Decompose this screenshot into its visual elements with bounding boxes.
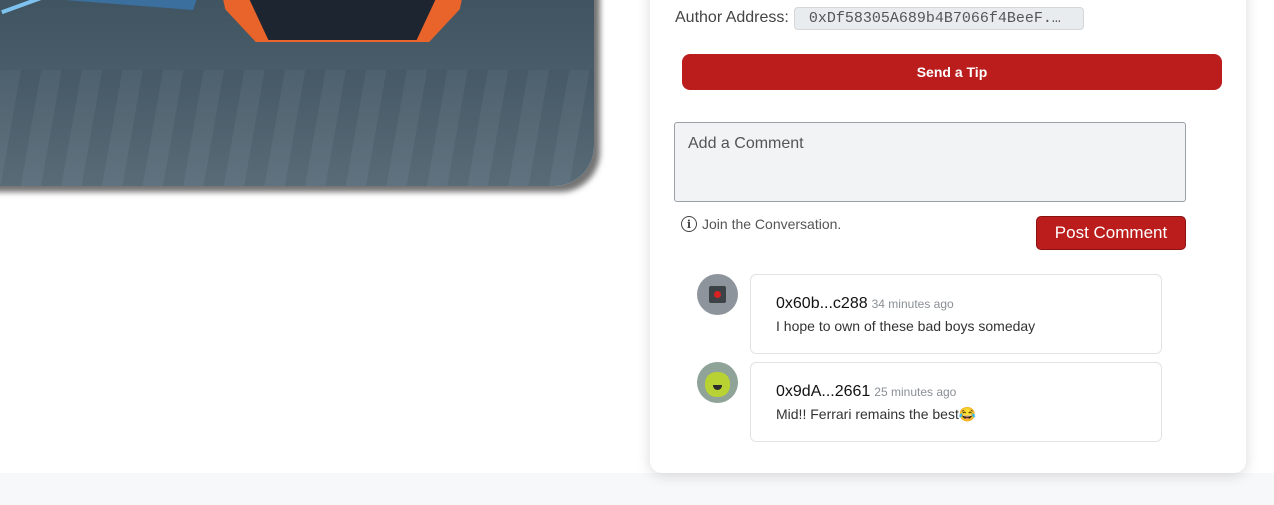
post-image xyxy=(0,0,594,186)
comment-author[interactable]: 0x9dA...2661 xyxy=(776,383,870,401)
blue-car-headlight xyxy=(1,0,59,15)
comment-timestamp: 34 minutes ago xyxy=(871,297,954,311)
comment-input[interactable] xyxy=(674,122,1186,202)
comment-item: 0x60b...c288 34 minutes ago I hope to ow… xyxy=(697,274,1162,354)
send-tip-button[interactable]: Send a Tip xyxy=(682,54,1222,90)
camera-avatar-icon xyxy=(709,286,726,303)
comment-author[interactable]: 0x60b...c288 xyxy=(776,295,868,313)
comment-text: I hope to own of these bad boys someday xyxy=(776,318,1036,334)
page-footer-strip xyxy=(0,473,1274,505)
road-texture xyxy=(0,70,594,186)
comment-bubble: 0x60b...c288 34 minutes ago I hope to ow… xyxy=(750,274,1162,354)
author-address-label: Author Address: xyxy=(675,9,789,26)
orange-car-grille xyxy=(245,0,440,40)
commenter-avatar[interactable] xyxy=(697,274,738,315)
post-comment-button[interactable]: Post Comment xyxy=(1036,216,1186,250)
author-address-value[interactable]: 0xDf58305A689b4B7066f4BeeF... xyxy=(793,6,1084,30)
comment-timestamp: 25 minutes ago xyxy=(874,385,957,399)
commenter-avatar[interactable] xyxy=(697,362,738,403)
comment-item: 0x9dA...2661 25 minutes ago Mid!! Ferrar… xyxy=(697,362,1162,442)
join-conversation-hint: i Join the Conversation. xyxy=(681,216,841,232)
join-conversation-text: Join the Conversation. xyxy=(702,216,842,232)
green-face-avatar-icon xyxy=(705,372,730,397)
comment-bubble: 0x9dA...2661 25 minutes ago Mid!! Ferrar… xyxy=(750,362,1162,442)
info-icon: i xyxy=(681,216,697,232)
comment-text: Mid!! Ferrari remains the best😂 xyxy=(776,406,977,422)
author-address-row: Author Address: 0xDf58305A689b4B7066f4Be… xyxy=(675,6,1084,30)
